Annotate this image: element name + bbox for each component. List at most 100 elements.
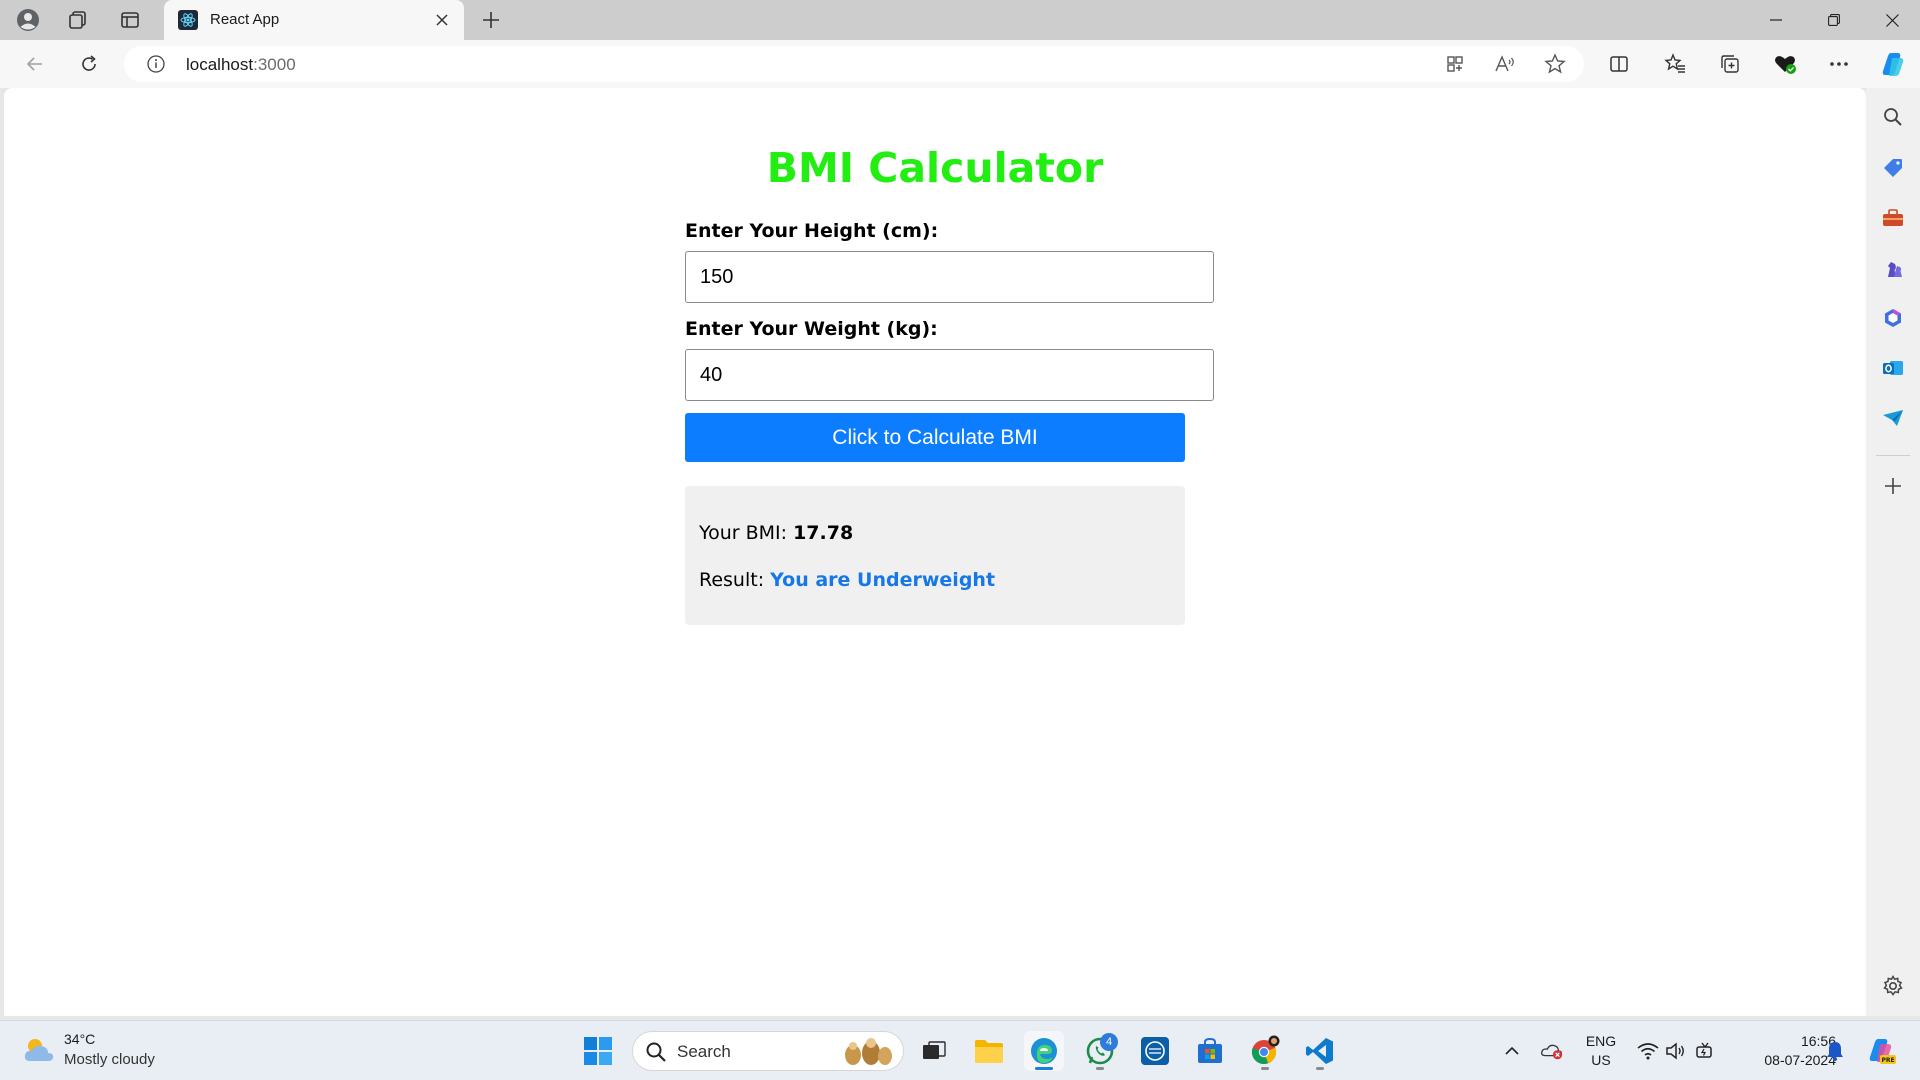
app-available-icon[interactable]: [1442, 52, 1468, 76]
vscode-icon: [1306, 1038, 1333, 1064]
wifi-status[interactable]: [1636, 1039, 1660, 1063]
page-title: BMI Calculator: [766, 144, 1104, 192]
language-bottom[interactable]: US: [1580, 1052, 1622, 1068]
onedrive-status[interactable]: [1540, 1039, 1564, 1063]
sidebar-games-button[interactable]: [1879, 254, 1907, 282]
weather-widget[interactable]: 34°C Mostly cloudy: [20, 1029, 170, 1073]
taskbar-vscode[interactable]: [1300, 1031, 1340, 1071]
taskbar-dell[interactable]: [1135, 1031, 1175, 1071]
back-button[interactable]: [18, 48, 52, 80]
tab-react-app[interactable]: React App: [164, 0, 464, 40]
sidebar-add-button[interactable]: [1879, 472, 1907, 500]
collections-icon: [1721, 55, 1739, 73]
copilot-taskbar-button[interactable]: PRE: [1865, 1035, 1897, 1067]
weight-label: Enter Your Weight (kg):: [685, 318, 938, 340]
taskbar-task-view[interactable]: [914, 1031, 954, 1071]
split-screen-button[interactable]: [1602, 48, 1636, 80]
active-indicator: [1035, 1067, 1053, 1070]
result-panel: Your BMI: 17.78 Result: You are Underwei…: [685, 486, 1185, 625]
close-window-button[interactable]: [1864, 0, 1920, 40]
taskbar-store[interactable]: [1190, 1031, 1230, 1071]
copilot-pre-icon: PRE: [1869, 1039, 1896, 1064]
taskbar-file-explorer[interactable]: [969, 1031, 1009, 1071]
refresh-button[interactable]: [72, 48, 106, 80]
cloudy-weather-icon: [24, 1039, 54, 1061]
plus-icon: [483, 12, 499, 28]
minimize-icon: [1770, 19, 1782, 21]
edge-sidebar: [1866, 88, 1920, 1016]
back-arrow-icon: [26, 57, 42, 71]
language-top[interactable]: ENG: [1580, 1033, 1622, 1049]
address-bar[interactable]: localhost:3000: [124, 46, 1584, 82]
dell-logo-icon: [1141, 1037, 1169, 1065]
calculate-bmi-button[interactable]: Click to Calculate BMI: [685, 413, 1185, 462]
height-input[interactable]: [685, 251, 1214, 303]
more-dots-icon: [1830, 62, 1848, 66]
gear-icon: [1883, 975, 1903, 996]
split-screen-icon: [1610, 56, 1628, 72]
workspaces-icon: [69, 11, 86, 29]
weight-input[interactable]: [685, 349, 1214, 401]
sidebar-outlook-button[interactable]: [1879, 354, 1907, 382]
result-status: You are Underweight: [770, 569, 996, 591]
battery-status[interactable]: [1693, 1039, 1717, 1063]
vertical-tabs-button[interactable]: [114, 4, 146, 36]
url-text[interactable]: localhost:3000: [186, 55, 296, 75]
result-prefix: Result:: [699, 569, 771, 591]
site-info-icon[interactable]: [146, 54, 166, 74]
chrome-icon: [1251, 1035, 1280, 1065]
page-viewport: BMI Calculator Enter Your Height (cm): E…: [4, 88, 1866, 1016]
heart-health-icon: [1775, 56, 1796, 74]
volume-status[interactable]: [1664, 1039, 1688, 1063]
browser-essentials-button[interactable]: [1768, 48, 1802, 80]
taskbar-whatsapp[interactable]: 4: [1080, 1031, 1120, 1071]
running-indicator: [1261, 1067, 1269, 1070]
clock-date[interactable]: 08-07-2024: [1726, 1052, 1836, 1068]
close-window-icon: [1885, 13, 1899, 27]
taskbar-search[interactable]: Search: [632, 1031, 904, 1071]
folder-icon: [975, 1040, 1003, 1063]
sidebar-shopping-button[interactable]: [1879, 154, 1907, 182]
close-tab-button[interactable]: [430, 8, 454, 32]
windows-logo-icon: [584, 1037, 612, 1065]
sidebar-tools-button[interactable]: [1879, 204, 1907, 232]
copilot-icon: [1882, 53, 1904, 76]
chevron-up-icon: [1505, 1046, 1519, 1055]
search-highlight-icon: [845, 1038, 892, 1065]
profile-button[interactable]: [12, 4, 44, 36]
battery-plug-icon: [1696, 1042, 1712, 1058]
favorite-star-icon[interactable]: [1542, 52, 1568, 76]
taskbar-edge[interactable]: [1024, 1031, 1064, 1071]
running-indicator: [1316, 1067, 1324, 1070]
restore-button[interactable]: [1806, 0, 1862, 40]
copilot-button[interactable]: [1876, 48, 1910, 80]
start-button[interactable]: [578, 1031, 618, 1071]
minimize-button[interactable]: [1748, 0, 1804, 40]
height-label: Enter Your Height (cm):: [685, 220, 939, 242]
clock-time[interactable]: 16:56: [1726, 1033, 1836, 1049]
result-line: Result: You are Underweight: [699, 569, 995, 591]
wifi-icon: [1637, 1043, 1659, 1060]
shopping-tag-icon: [1884, 159, 1902, 177]
notifications-button[interactable]: [1823, 1039, 1847, 1063]
sidebar-divider: [1876, 455, 1910, 456]
sidebar-search-button[interactable]: [1879, 103, 1907, 131]
settings-more-button[interactable]: [1822, 48, 1856, 80]
sidebar-settings-button[interactable]: [1879, 972, 1907, 1000]
svg-text:PRE: PRE: [1881, 1057, 1894, 1064]
bmi-prefix: Your BMI:: [699, 522, 794, 544]
speaker-icon: [1666, 1042, 1684, 1060]
collections-button[interactable]: [1713, 48, 1747, 80]
cloud-error-icon: [1541, 1044, 1563, 1060]
sidebar-drop-button[interactable]: [1879, 404, 1907, 432]
workspaces-button[interactable]: [62, 4, 94, 36]
new-tab-button[interactable]: [474, 4, 508, 36]
taskbar-chrome[interactable]: [1245, 1031, 1285, 1071]
read-aloud-icon[interactable]: [1492, 52, 1518, 76]
favorites-button[interactable]: [1658, 48, 1692, 80]
plus-icon: [1885, 478, 1901, 494]
sidebar-m365-button[interactable]: [1879, 304, 1907, 332]
outlook-icon: [1883, 361, 1903, 375]
show-hidden-icons-button[interactable]: [1500, 1039, 1524, 1063]
bmi-line: Your BMI: 17.78: [699, 522, 853, 544]
